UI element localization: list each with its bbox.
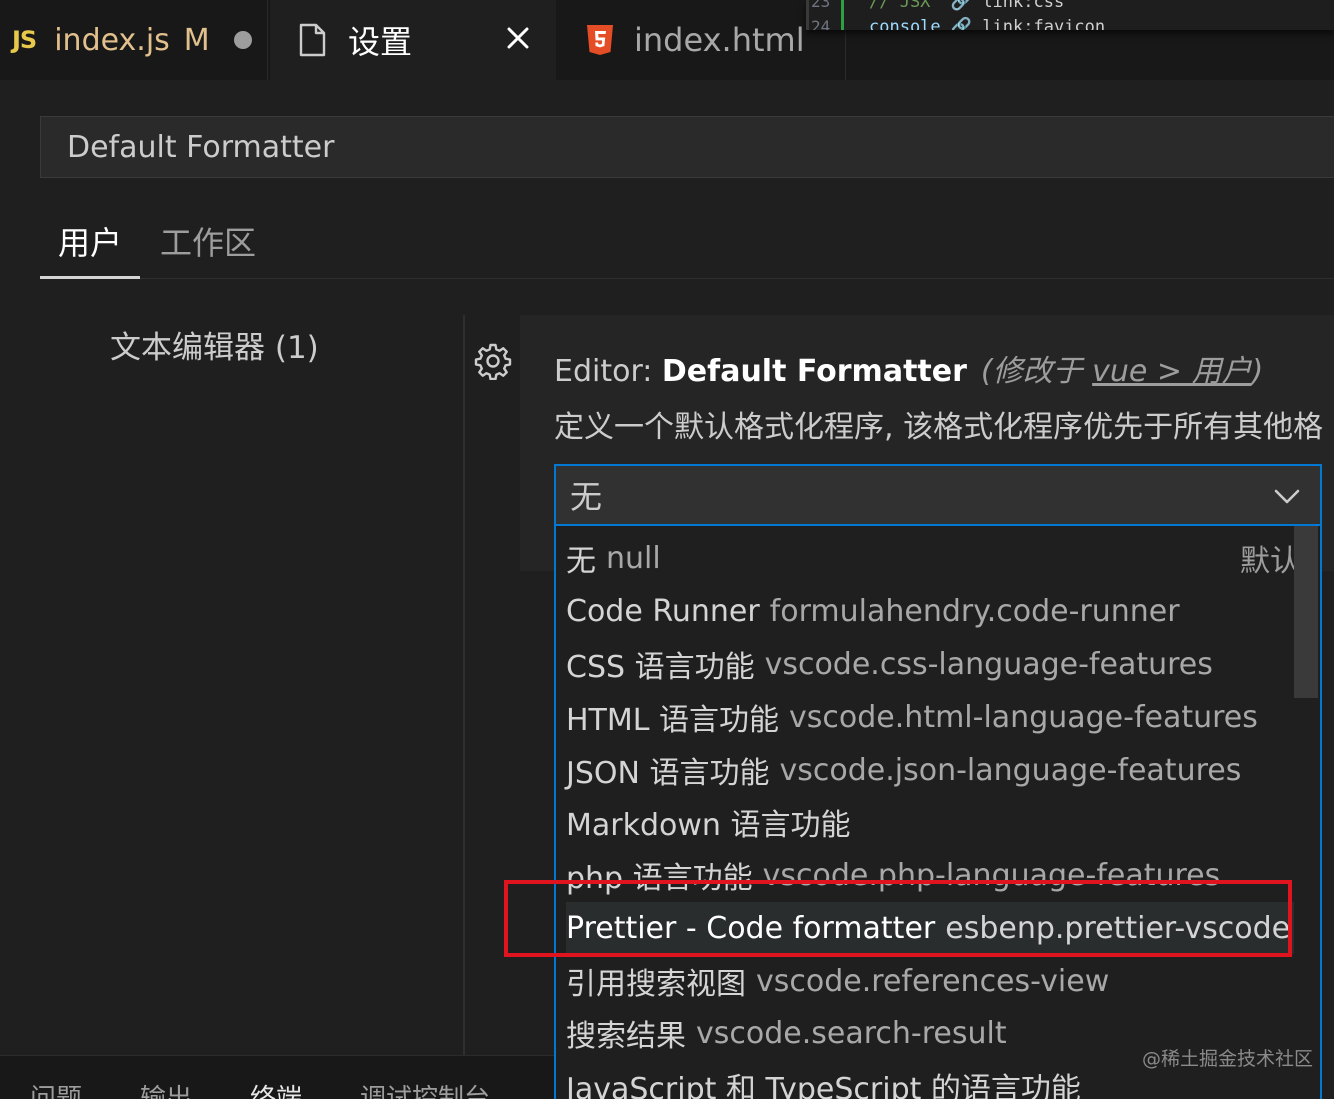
- tab-label: index.html: [634, 21, 805, 59]
- bottom-panel-tabs: 问题 输出 终端 调试控制台: [0, 1055, 554, 1099]
- tab-index-html[interactable]: index.html: [558, 0, 846, 80]
- setting-title: Editor: Default Formatter (修改于 vue > 用户): [554, 346, 1263, 390]
- option-html-language-features[interactable]: HTML 语言功能 vscode.html-language-features: [566, 691, 1294, 743]
- option-none[interactable]: 无 null 默认: [566, 532, 1300, 584]
- modified-in-link[interactable]: vue > 用户: [1092, 354, 1251, 389]
- code-line: console 🔗 link:favicon: [869, 17, 1106, 30]
- settings-search-input[interactable]: Default Formatter: [40, 116, 1334, 178]
- tab-label: 设置: [348, 23, 413, 61]
- setting-category: Editor:: [554, 354, 662, 389]
- chevron-down-icon[interactable]: [1272, 482, 1302, 510]
- setting-description: 定义一个默认格式化程序, 该格式化程序优先于所有其他格: [554, 410, 1324, 445]
- toc-item-text-editor[interactable]: 文本编辑器 (1): [110, 322, 319, 367]
- option-markdown-language-features[interactable]: Markdown 语言功能: [566, 796, 1294, 848]
- code-peek-overlay: 23 24 // JSX 🔗 link:css console 🔗 link:f…: [806, 0, 1334, 30]
- option-css-language-features[interactable]: CSS 语言功能 vscode.css-language-features: [566, 638, 1294, 690]
- editor-tab-bar: JS index.js M 设置 index.html 23 24 // JSX…: [0, 0, 1334, 80]
- panel-tab-debug-console[interactable]: 调试控制台: [360, 1078, 490, 1099]
- tab-label: index.js: [54, 22, 170, 58]
- dropdown-scrollbar-thumb[interactable]: [1294, 526, 1318, 698]
- panel-tab-output[interactable]: 输出: [140, 1078, 192, 1099]
- file-icon: [299, 23, 326, 57]
- default-tag: 默认: [1240, 544, 1300, 579]
- git-change-bar: [841, 0, 844, 30]
- tab-index-js[interactable]: JS index.js M: [0, 0, 268, 80]
- formatter-dropdown-list: 无 null 默认 Code Runner formulahendry.code-r…: [554, 526, 1322, 1099]
- panel-tab-problems[interactable]: 问题: [30, 1078, 82, 1099]
- toc-divider[interactable]: [463, 315, 465, 1055]
- unsaved-dot-icon[interactable]: [233, 31, 252, 49]
- modified-badge: M: [183, 22, 210, 58]
- watermark: @稀土掘金技术社区: [1142, 1048, 1314, 1070]
- js-file-icon: JS: [12, 26, 37, 54]
- select-value: 无: [570, 478, 603, 516]
- formatter-select[interactable]: 无: [554, 464, 1322, 526]
- search-value: Default Formatter: [67, 129, 335, 165]
- settings-editor: JS index.js M 设置 index.html 23 24 // JSX…: [0, 0, 1334, 1099]
- tab-settings[interactable]: 设置: [270, 0, 556, 80]
- option-code-runner[interactable]: Code Runner formulahendry.code-runner: [566, 585, 1294, 637]
- option-references-view[interactable]: 引用搜索视图 vscode.references-view: [566, 955, 1294, 1007]
- modified-indicator: (修改于 vue > 用户): [980, 354, 1264, 389]
- setting-key: Default Formatter: [661, 354, 967, 389]
- option-json-language-features[interactable]: JSON 语言功能 vscode.json-language-features: [566, 744, 1294, 796]
- active-tab-indicator: [40, 276, 140, 279]
- scope-tabs-divider: [40, 278, 1334, 279]
- line-number: 23: [811, 0, 831, 11]
- tab-user-settings[interactable]: 用户: [58, 218, 122, 264]
- html5-file-icon: [587, 25, 613, 55]
- panel-tab-terminal[interactable]: 终端: [250, 1078, 302, 1099]
- close-icon[interactable]: [500, 20, 536, 56]
- line-number: 24: [811, 17, 831, 30]
- code-line: // JSX 🔗 link:css: [869, 0, 1065, 12]
- tab-workspace-settings[interactable]: 工作区: [160, 218, 256, 264]
- gear-icon[interactable]: [474, 342, 512, 380]
- annotation-highlight-box: [504, 880, 1292, 957]
